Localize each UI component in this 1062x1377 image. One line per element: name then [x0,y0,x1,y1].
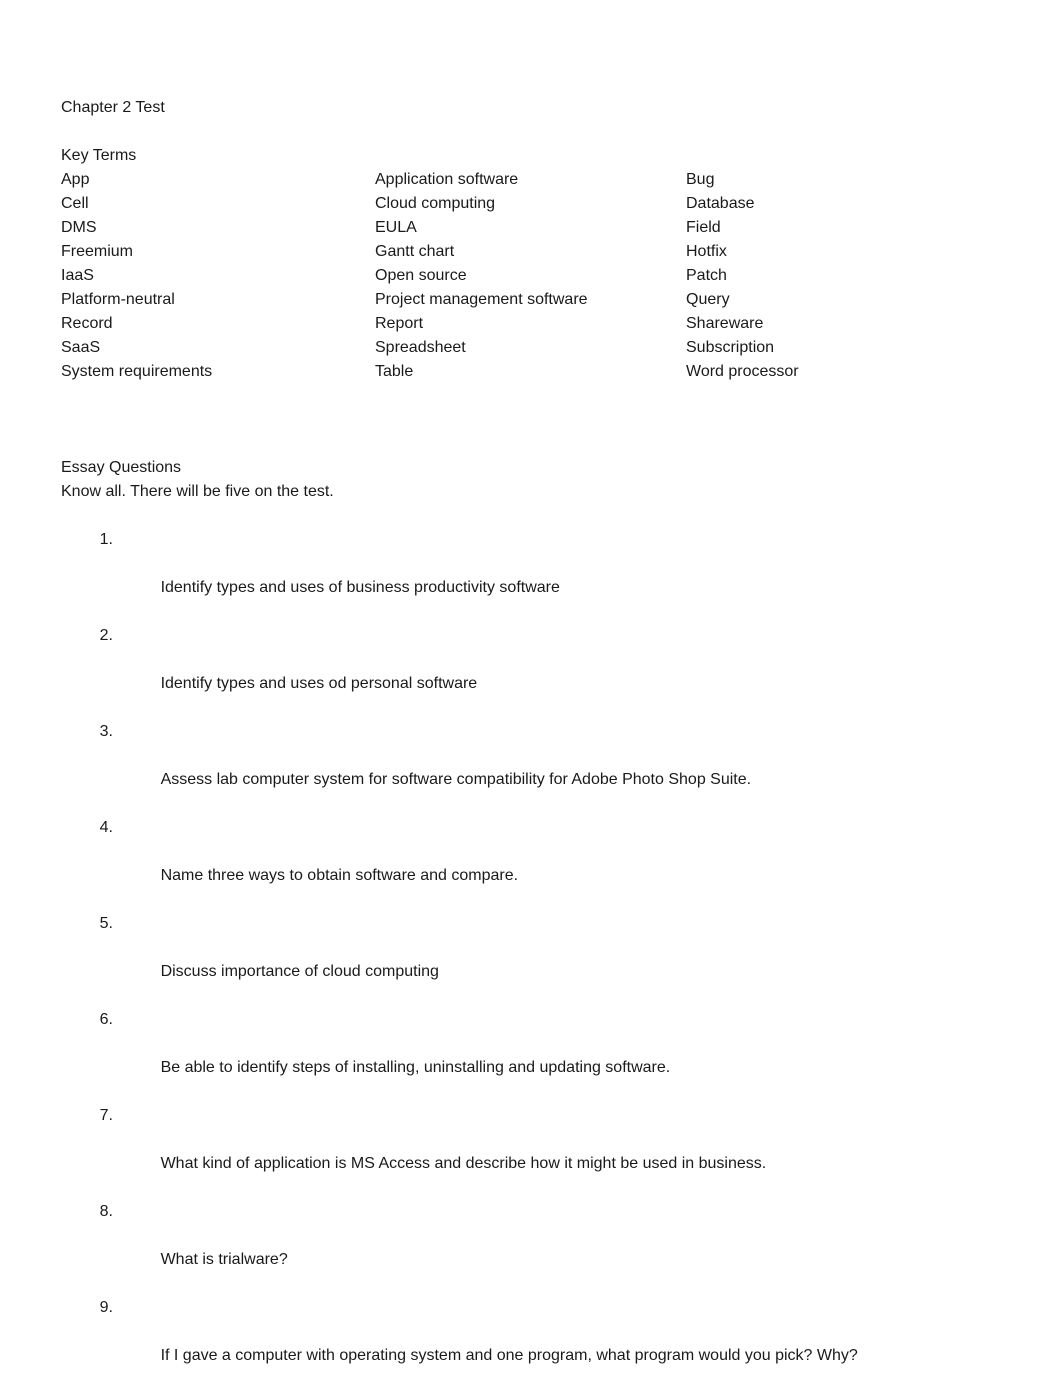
list-item-number: 6. [99,1011,113,1028]
key-term-cell: Database [686,195,755,212]
key-term-cell: Spreadsheet [375,339,466,356]
document-body: Chapter 2 Test Key Terms App Application… [61,96,1001,1377]
key-term-cell: Record [61,315,113,332]
essay-instruction: Know all. There will be five on the test… [61,483,334,500]
key-term-cell: Bug [686,171,715,188]
key-term-cell: Gantt chart [375,243,455,260]
key-term-cell: Report [375,315,424,332]
list-item-label: Be able to identify steps of installing,… [160,1059,671,1076]
key-term-cell: Query [686,291,730,308]
key-terms-table: App Application software Bug Cell Cloud … [61,168,921,384]
list-item: 3. Assess lab computer system for softwa… [61,720,1001,816]
list-item: 8. What is trialware? [61,1200,1001,1296]
key-term-cell: Application software [375,171,519,188]
list-item-number: 2. [99,627,113,644]
document-page: Chapter 2 Test Key Terms App Application… [0,0,1062,1377]
key-term-cell: Hotfix [686,243,727,260]
list-item-label: Assess lab computer system for software … [160,771,752,788]
table-row: Record Report Shareware [61,312,921,336]
key-term-cell: Cell [61,195,89,212]
table-row: Platform-neutral Project management soft… [61,288,921,312]
key-term-cell: Word processor [686,363,799,380]
list-item-number: 3. [99,723,113,740]
table-row: App Application software Bug [61,168,921,192]
list-item-label: Identify types and uses of business prod… [160,579,560,596]
key-term-cell: SaaS [61,339,101,356]
list-item-label: If I gave a computer with operating syst… [160,1347,858,1364]
key-term-cell: Patch [686,267,727,284]
table-row: Freemium Gantt chart Hotfix [61,240,921,264]
key-term-cell: EULA [375,219,417,236]
list-item-number: 9. [99,1299,113,1316]
key-term-cell: Shareware [686,315,764,332]
key-term-cell: Subscription [686,339,775,356]
list-item: 5. Discuss importance of cloud computing [61,912,1001,1008]
key-term-cell: Freemium [61,243,134,260]
list-item-number: 8. [99,1203,113,1220]
list-item-label: What is trialware? [160,1251,288,1268]
table-row: DMS EULA Field [61,216,921,240]
list-item-number: 1. [99,531,113,548]
list-item-label: Name three ways to obtain software and c… [160,867,519,884]
table-row: SaaS Spreadsheet Subscription [61,336,921,360]
list-item-number: 5. [99,915,113,932]
list-item-label: Identify types and uses od personal soft… [160,675,478,692]
essay-questions-heading: Essay Questions [61,459,182,476]
key-terms-table-body: App Application software Bug Cell Cloud … [61,168,921,384]
list-item: 6. Be able to identify steps of installi… [61,1008,1001,1104]
page-title: Chapter 2 Test [61,99,165,116]
table-row: Cell Cloud computing Database [61,192,921,216]
essay-question-list: 1. Identify types and uses of business p… [61,528,1001,1377]
key-term-cell: DMS [61,219,97,236]
list-item: 4. Name three ways to obtain software an… [61,816,1001,912]
list-item: 1. Identify types and uses of business p… [61,528,1001,624]
table-row: IaaS Open source Patch [61,264,921,288]
key-term-cell: Project management software [375,291,588,308]
key-term-cell: Open source [375,267,467,284]
key-term-cell: IaaS [61,267,94,284]
key-term-cell: Platform-neutral [61,291,175,308]
list-item-label: What kind of application is MS Access an… [160,1155,767,1172]
key-term-cell: App [61,171,90,188]
list-item: 7. What kind of application is MS Access… [61,1104,1001,1200]
key-term-cell: Cloud computing [375,195,496,212]
key-term-cell: Table [375,363,414,380]
list-item-number: 7. [99,1107,113,1124]
list-item-number: 4. [99,819,113,836]
list-item-label: Discuss importance of cloud computing [160,963,439,980]
table-row: System requirements Table Word processor [61,360,921,384]
list-item: 9. If I gave a computer with operating s… [61,1296,1001,1377]
list-item: 2. Identify types and uses od personal s… [61,624,1001,720]
key-term-cell: Field [686,219,721,236]
key-term-cell: System requirements [61,363,213,380]
key-terms-heading: Key Terms [61,147,137,164]
